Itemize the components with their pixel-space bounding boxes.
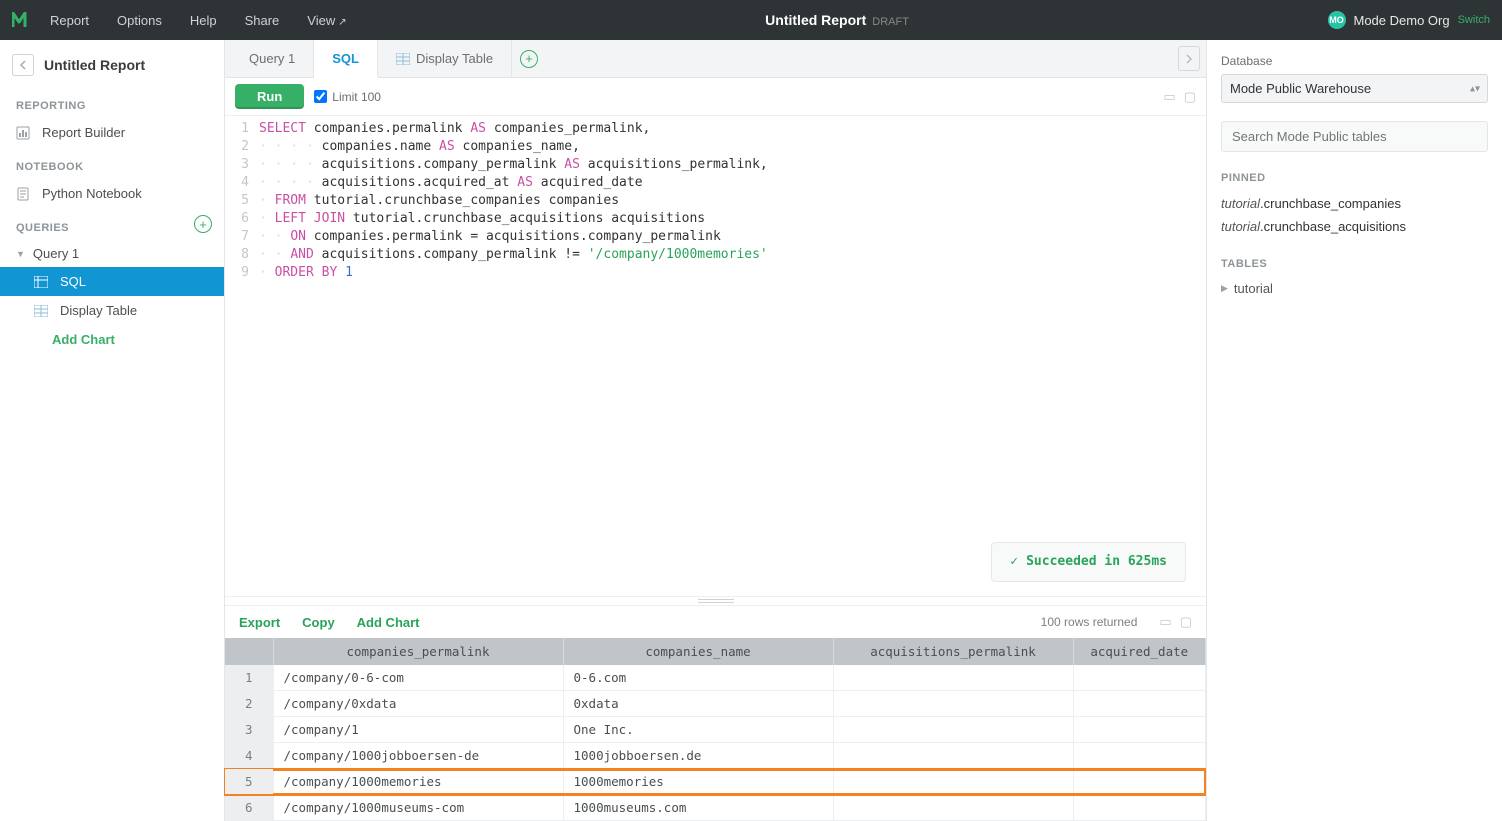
table-icon — [396, 53, 410, 65]
section-notebook: NOTEBOOK — [0, 147, 224, 179]
limit-checkbox-input[interactable] — [314, 90, 327, 103]
org-avatar[interactable]: MO — [1328, 11, 1346, 29]
pinned-table[interactable]: tutorial.crunchbase_acquisitions — [1221, 215, 1488, 238]
column-header[interactable]: companies_permalink — [273, 638, 563, 665]
chevron-right-icon: ▶ — [1221, 283, 1228, 294]
back-button[interactable] — [12, 54, 34, 76]
tab-display-table[interactable]: Display Table — [378, 40, 512, 77]
maximize-icon[interactable]: ▢ — [1180, 614, 1192, 630]
sidebar-report-title: Untitled Report — [44, 57, 145, 73]
menu-options[interactable]: Options — [117, 13, 162, 28]
editor-toolbar: Run Limit 100 ▭ ▢ — [225, 78, 1206, 116]
pane-resize-handle[interactable] — [225, 596, 1206, 606]
notebook-icon — [16, 187, 32, 201]
check-icon: ✓ — [1010, 553, 1018, 571]
copy-button[interactable]: Copy — [302, 615, 335, 630]
sql-icon — [34, 276, 50, 288]
maximize-icon[interactable]: ▢ — [1184, 89, 1196, 105]
limit-checkbox[interactable]: Limit 100 — [314, 90, 381, 104]
column-header[interactable]: acquisitions_permalink — [833, 638, 1073, 665]
editor-tabs: Query 1 SQL Display Table + — [225, 40, 1206, 78]
line-gutter: 123456789 — [225, 120, 259, 592]
org-name[interactable]: Mode Demo Org — [1354, 13, 1450, 28]
table-row[interactable]: 2/company/0xdata0xdata — [225, 691, 1206, 717]
tree-tutorial[interactable]: ▶ tutorial — [1221, 278, 1488, 299]
pinned-table[interactable]: tutorial.crunchbase_companies — [1221, 192, 1488, 215]
minimize-icon[interactable]: ▭ — [1163, 89, 1175, 105]
rows-returned-label: 100 rows returned — [1041, 615, 1138, 629]
table-search-input[interactable] — [1221, 121, 1488, 152]
left-sidebar: Untitled Report REPORTING Report Builder… — [0, 40, 225, 821]
menu-help[interactable]: Help — [190, 13, 217, 28]
sidebar-sql[interactable]: SQL — [0, 267, 224, 296]
tab-add-button[interactable]: + — [512, 40, 546, 77]
database-label: Database — [1221, 54, 1488, 68]
minimize-icon[interactable]: ▭ — [1159, 614, 1171, 630]
sidebar-query1[interactable]: ▼ Query 1 — [0, 240, 224, 267]
sidebar-display-table[interactable]: Display Table — [0, 296, 224, 325]
table-icon — [34, 305, 50, 317]
query-status-toast: ✓ Succeeded in 625ms — [991, 542, 1186, 582]
report-title-center: Untitled ReportDRAFT — [347, 12, 1328, 28]
table-row[interactable]: 5/company/1000memories1000memories — [225, 769, 1206, 795]
add-query-button[interactable]: + — [194, 215, 212, 233]
results-table[interactable]: companies_permalinkcompanies_nameacquisi… — [225, 638, 1206, 821]
chevron-down-icon: ▼ — [16, 249, 25, 259]
tab-query1[interactable]: Query 1 — [231, 40, 314, 77]
top-menu: Report Options Help Share View↗ — [50, 13, 347, 28]
run-button[interactable]: Run — [235, 84, 304, 109]
logo-icon[interactable] — [12, 10, 32, 30]
section-reporting: REPORTING — [0, 86, 224, 118]
table-row[interactable]: 3/company/1One Inc. — [225, 717, 1206, 743]
database-select[interactable]: Mode Public Warehouse — [1221, 74, 1488, 103]
menu-view[interactable]: View↗ — [307, 13, 346, 28]
menu-share[interactable]: Share — [245, 13, 280, 28]
table-row[interactable]: 4/company/1000jobboersen-de1000jobboerse… — [225, 743, 1206, 769]
report-builder-icon — [16, 126, 32, 140]
right-panel: Database Mode Public Warehouse ▴▾ PINNED… — [1206, 40, 1502, 821]
switch-org-link[interactable]: Switch — [1458, 14, 1490, 26]
tab-sql[interactable]: SQL — [314, 40, 378, 78]
column-header[interactable]: companies_name — [563, 638, 833, 665]
center-pane: Query 1 SQL Display Table + Run Limit 10… — [225, 40, 1206, 821]
export-button[interactable]: Export — [239, 615, 280, 630]
column-header[interactable]: acquired_date — [1073, 638, 1206, 665]
code-content[interactable]: SELECT companies.permalink AS companies_… — [259, 120, 768, 592]
topbar: Report Options Help Share View↗ Untitled… — [0, 0, 1502, 40]
section-queries: QUERIES — [0, 208, 85, 240]
nav-python-notebook[interactable]: Python Notebook — [0, 179, 224, 208]
table-row[interactable]: 6/company/1000museums-com1000museums.com — [225, 795, 1206, 821]
tabs-scroll-right[interactable] — [1178, 46, 1200, 71]
sidebar-add-chart[interactable]: Add Chart — [0, 325, 224, 354]
pinned-label: PINNED — [1221, 172, 1488, 184]
nav-report-builder[interactable]: Report Builder — [0, 118, 224, 147]
tables-label: TABLES — [1221, 258, 1488, 270]
code-editor[interactable]: 123456789 SELECT companies.permalink AS … — [225, 116, 1206, 596]
table-row[interactable]: 1/company/0-6-com0-6.com — [225, 665, 1206, 691]
results-toolbar: Export Copy Add Chart 100 rows returned … — [225, 606, 1206, 638]
menu-report[interactable]: Report — [50, 13, 89, 28]
add-chart-button[interactable]: Add Chart — [357, 615, 420, 630]
